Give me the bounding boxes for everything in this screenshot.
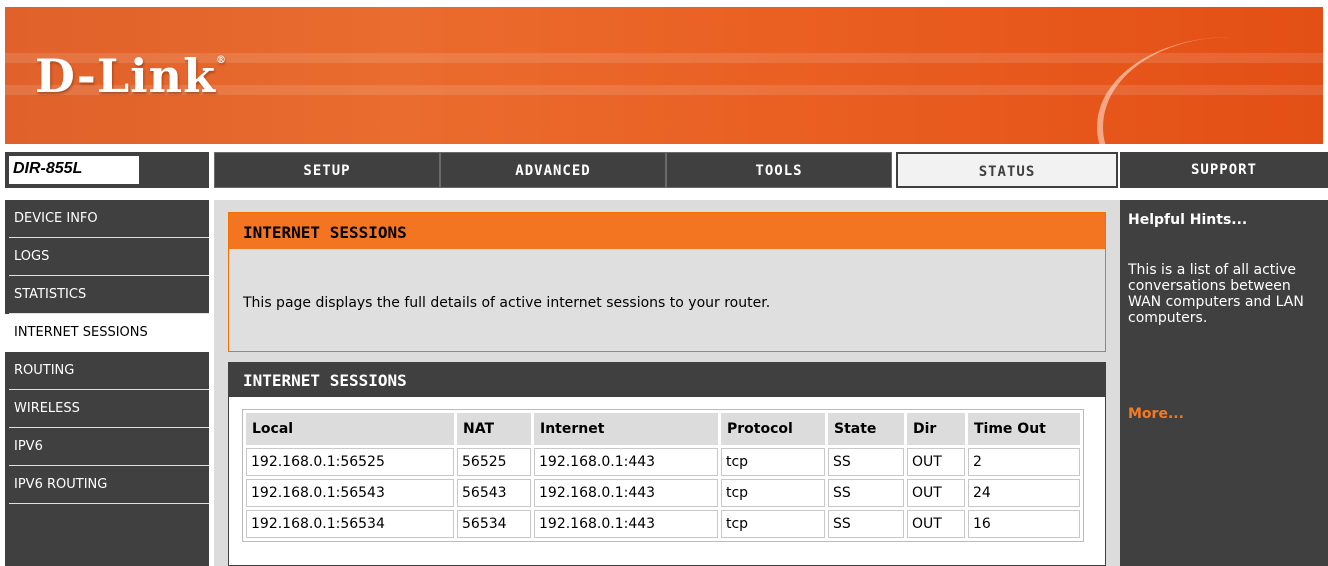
tab-advanced[interactable]: ADVANCED xyxy=(440,152,666,188)
cell-dir: OUT xyxy=(907,448,965,476)
cell-protocol: tcp xyxy=(721,479,825,507)
tab-setup[interactable]: SETUP xyxy=(214,152,440,188)
hints-text: This is a list of all active conversatio… xyxy=(1128,262,1304,326)
cell-local: 192.168.0.1:56543 xyxy=(246,479,454,507)
model-badge: DIR-855L /// xyxy=(5,152,209,188)
cell-dir: OUT xyxy=(907,510,965,538)
col-protocol: Protocol xyxy=(721,413,825,445)
hints-title: Helpful Hints... xyxy=(1128,212,1248,228)
logo-text: D-Link xyxy=(35,49,216,103)
table-header-row: Local NAT Internet Protocol State Dir Ti… xyxy=(246,413,1080,445)
trademark-symbol: ® xyxy=(215,55,227,66)
cell-nat: 56543 xyxy=(457,479,531,507)
main-content: INTERNET SESSIONS This page displays the… xyxy=(214,200,1120,566)
sidebar-item-ipv6[interactable]: IPV6 xyxy=(5,428,209,466)
model-name: DIR-855L xyxy=(13,160,83,177)
cell-internet: 192.168.0.1:443 xyxy=(534,479,718,507)
cell-time-out: 24 xyxy=(968,479,1080,507)
cell-state: SS xyxy=(828,448,904,476)
intro-panel: INTERNET SESSIONS This page displays the… xyxy=(228,212,1106,352)
cell-state: SS xyxy=(828,479,904,507)
cell-internet: 192.168.0.1:443 xyxy=(534,448,718,476)
col-dir: Dir xyxy=(907,413,965,445)
sidebar-item-device-info[interactable]: DEVICE INFO xyxy=(5,200,209,238)
dlink-logo[interactable]: D-Link® xyxy=(35,49,227,103)
cell-local: 192.168.0.1:56525 xyxy=(246,448,454,476)
cell-protocol: tcp xyxy=(721,510,825,538)
sidebar-item-wireless[interactable]: WIRELESS xyxy=(5,390,209,428)
cell-time-out: 16 xyxy=(968,510,1080,538)
cell-nat: 56534 xyxy=(457,510,531,538)
table-row: 192.168.0.1:56534 56534 192.168.0.1:443 … xyxy=(246,510,1080,538)
sidebar-item-routing[interactable]: ROUTING xyxy=(5,352,209,390)
cell-protocol: tcp xyxy=(721,448,825,476)
sessions-panel: INTERNET SESSIONS Local NAT Internet Pro… xyxy=(228,362,1106,566)
more-link[interactable]: More... xyxy=(1128,406,1184,422)
sidebar-item-ipv6-routing[interactable]: IPV6 ROUTING xyxy=(5,466,209,504)
sessions-table: Local NAT Internet Protocol State Dir Ti… xyxy=(242,409,1084,542)
cell-internet: 192.168.0.1:443 xyxy=(534,510,718,538)
sidebar-item-logs[interactable]: LOGS xyxy=(5,238,209,276)
table-row: 192.168.0.1:56543 56543 192.168.0.1:443 … xyxy=(246,479,1080,507)
intro-text: This page displays the full details of a… xyxy=(243,295,771,311)
tab-tools[interactable]: TOOLS xyxy=(666,152,892,188)
tab-support[interactable]: SUPPORT xyxy=(1120,152,1328,188)
sidebar-item-statistics[interactable]: STATISTICS xyxy=(5,276,209,314)
helpful-hints-panel: Helpful Hints... This is a list of all a… xyxy=(1120,200,1328,566)
cell-time-out: 2 xyxy=(968,448,1080,476)
model-slashes: /// xyxy=(113,152,132,188)
cell-state: SS xyxy=(828,510,904,538)
sidebar: DEVICE INFO LOGS STATISTICS INTERNET SES… xyxy=(5,200,209,566)
col-state: State xyxy=(828,413,904,445)
intro-heading: INTERNET SESSIONS xyxy=(229,213,1105,249)
col-time-out: Time Out xyxy=(968,413,1080,445)
tab-status[interactable]: STATUS xyxy=(896,152,1118,188)
col-internet: Internet xyxy=(534,413,718,445)
cell-local: 192.168.0.1:56534 xyxy=(246,510,454,538)
sessions-heading: INTERNET SESSIONS xyxy=(229,363,1105,397)
col-nat: NAT xyxy=(457,413,531,445)
cell-dir: OUT xyxy=(907,479,965,507)
table-row: 192.168.0.1:56525 56525 192.168.0.1:443 … xyxy=(246,448,1080,476)
header-banner: D-Link® xyxy=(5,7,1323,144)
cell-nat: 56525 xyxy=(457,448,531,476)
col-local: Local xyxy=(246,413,454,445)
sidebar-item-internet-sessions[interactable]: INTERNET SESSIONS xyxy=(5,314,209,352)
